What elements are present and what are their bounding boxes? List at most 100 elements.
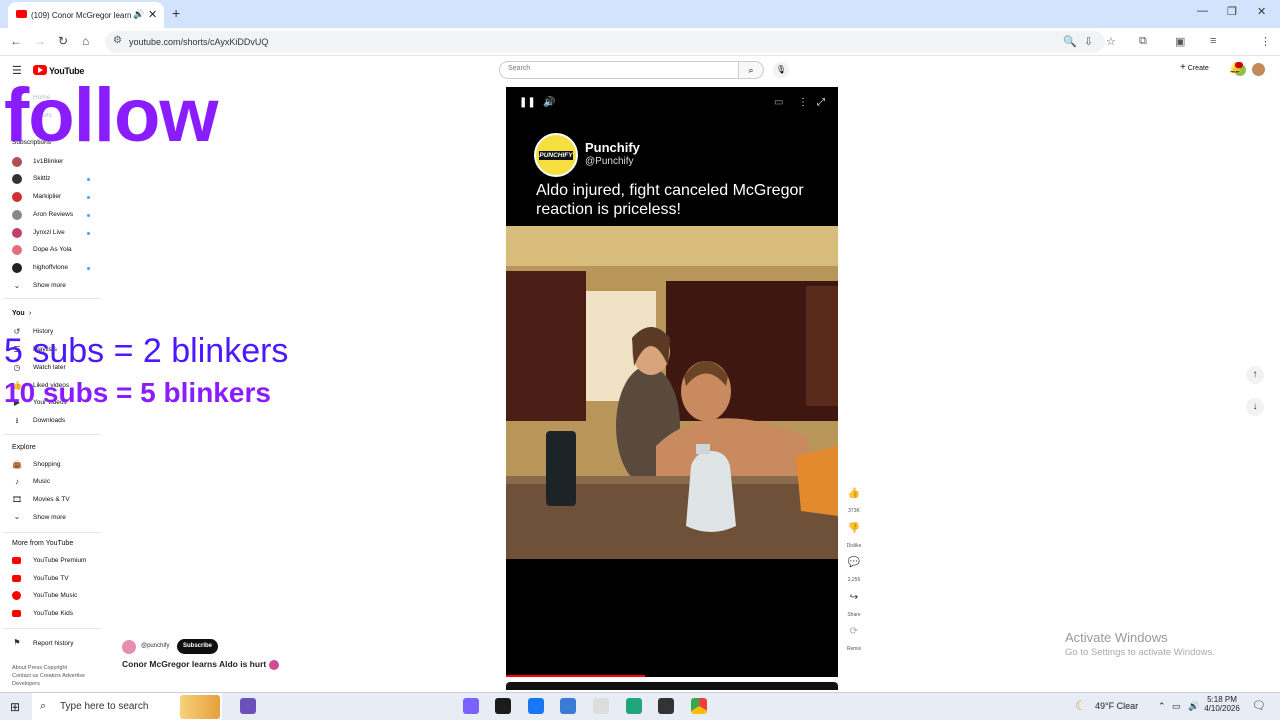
captions-icon[interactable]: ▭ bbox=[774, 97, 783, 108]
sidebar-item-youtube-premium[interactable]: YouTube Premium bbox=[33, 557, 86, 564]
taskbar-search-box[interactable]: ⌕ Type here to search bbox=[32, 693, 222, 721]
comment-count: 2,256 bbox=[847, 577, 861, 583]
youtube-kids-icon bbox=[12, 610, 21, 617]
reload-icon[interactable]: ↻ bbox=[58, 34, 68, 48]
sidebar-item-subscription[interactable]: Dope As Yola bbox=[33, 246, 72, 253]
sidebar-item-movies-tv[interactable]: Movies & TV bbox=[33, 496, 70, 503]
next-short-arrow-icon[interactable]: ↓ bbox=[1246, 398, 1264, 416]
new-content-dot bbox=[87, 232, 90, 235]
youtube-premium-icon bbox=[12, 557, 21, 564]
app-icon[interactable] bbox=[463, 698, 479, 714]
subscribe-button[interactable]: Subscribe bbox=[177, 639, 218, 654]
volume-icon[interactable]: 🔊 bbox=[543, 97, 555, 108]
discord-icon[interactable] bbox=[240, 698, 256, 714]
more-options-icon[interactable]: ⋮ bbox=[798, 97, 808, 108]
fullscreen-icon[interactable]: ⤢ bbox=[817, 97, 825, 108]
restore-button[interactable]: ❐ bbox=[1227, 5, 1237, 18]
chrome-icon[interactable] bbox=[691, 698, 707, 714]
shorts-player[interactable]: ❚❚ 🔊 ▭ ⋮ ⤢ PUNCHIFY Punchify @Punchify A… bbox=[506, 87, 838, 677]
site-info-icon[interactable]: ⚙ bbox=[113, 35, 122, 46]
footer-links[interactable]: About Press Copyright bbox=[12, 665, 67, 671]
channel-avatar bbox=[12, 210, 22, 220]
sidebar-item-report-history[interactable]: Report history bbox=[33, 640, 73, 647]
minimize-button[interactable]: — bbox=[1197, 5, 1208, 17]
search-button[interactable]: ⌕ bbox=[738, 61, 764, 79]
account-avatar[interactable] bbox=[1252, 63, 1265, 76]
app-icon[interactable] bbox=[560, 698, 576, 714]
weather-moon-icon[interactable]: ☾ bbox=[1075, 698, 1087, 714]
browser-tab[interactable]: (109) Conor McGregor learns Aldo is hurt… bbox=[8, 2, 164, 28]
sidebar-item-subscription[interactable]: Markiplier bbox=[33, 193, 61, 200]
new-content-dot bbox=[87, 178, 90, 181]
search-input[interactable]: Search bbox=[499, 61, 739, 79]
install-app-icon[interactable]: ⇩ bbox=[1084, 35, 1093, 48]
create-button[interactable]: + Create bbox=[1180, 62, 1220, 78]
sidebar-item-subscription[interactable]: Jynxzi Live bbox=[33, 229, 65, 236]
sidebar-item-subscription[interactable]: highoffvlone bbox=[33, 264, 68, 271]
kitchen-scene-image bbox=[506, 226, 838, 559]
app-icon[interactable] bbox=[593, 698, 609, 714]
like-icon[interactable]: 👍 bbox=[846, 488, 862, 499]
punchify-logo-text: PUNCHIFY bbox=[539, 151, 573, 160]
taskbar-search-text: Type here to search bbox=[60, 701, 149, 712]
side-panel-icon[interactable]: ▣ bbox=[1175, 35, 1185, 48]
windows-start-icon[interactable]: ⊞ bbox=[10, 700, 20, 714]
sidebar-item-subscription[interactable]: Aron Reviews bbox=[33, 211, 73, 218]
back-arrow-icon[interactable]: ← bbox=[10, 34, 22, 48]
browser-menu-icon[interactable]: ⋮ bbox=[1260, 35, 1271, 48]
speaker-icon[interactable]: 🔊 bbox=[133, 9, 144, 20]
plus-icon: + bbox=[1180, 62, 1186, 73]
footer-links[interactable]: Developers bbox=[12, 681, 40, 687]
reading-list-icon[interactable]: ≡ bbox=[1210, 35, 1216, 47]
sidebar-item-music[interactable]: Music bbox=[33, 478, 50, 485]
comment-icon[interactable]: 💬 bbox=[846, 557, 862, 568]
show-more-explore[interactable]: Show more bbox=[33, 514, 66, 521]
tray-chevron-icon[interactable]: ⌃ bbox=[1158, 701, 1166, 712]
next-short-preview[interactable] bbox=[506, 682, 838, 690]
clock[interactable]: 5:18 PM 4/10/2026 bbox=[1202, 695, 1242, 713]
share-icon[interactable]: ↪ bbox=[846, 592, 862, 603]
network-icon[interactable]: ▭ bbox=[1172, 701, 1181, 712]
emoji-icon bbox=[268, 659, 279, 670]
you-header[interactable]: You bbox=[12, 310, 25, 317]
new-content-dot bbox=[87, 214, 90, 217]
activate-windows-subtitle: Go to Settings to activate Windows. bbox=[1065, 647, 1215, 658]
sidebar-item-subscription[interactable]: Skittlz bbox=[33, 175, 50, 182]
show-more-subscriptions[interactable]: Show more bbox=[33, 282, 66, 289]
facebook-icon[interactable] bbox=[528, 698, 544, 714]
extensions-icon[interactable]: ⧉ bbox=[1139, 35, 1147, 48]
sidebar-item-downloads[interactable]: Downloads bbox=[33, 417, 65, 424]
notification-center-icon[interactable]: 🗨 bbox=[1252, 699, 1266, 712]
dislike-icon[interactable]: 👎 bbox=[846, 523, 862, 534]
previous-short-arrow-icon[interactable]: ↑ bbox=[1246, 366, 1264, 384]
remix-icon[interactable]: ⟳ bbox=[846, 626, 862, 637]
close-window-button[interactable]: ✕ bbox=[1257, 5, 1266, 18]
sidebar-item-youtube-kids[interactable]: YouTube Kids bbox=[33, 610, 73, 617]
weather-text[interactable]: 49°F Clear bbox=[1095, 701, 1138, 711]
volume-icon[interactable]: 🔊 bbox=[1188, 701, 1199, 712]
chevron-down-icon: ⌄ bbox=[13, 512, 21, 521]
zoom-icon[interactable]: 🔍 bbox=[1063, 35, 1077, 48]
channel-avatar bbox=[12, 192, 22, 202]
pause-icon[interactable]: ❚❚ bbox=[519, 97, 536, 108]
sidebar-item-youtube-music[interactable]: YouTube Music bbox=[33, 592, 77, 599]
bookmark-star-icon[interactable]: ☆ bbox=[1106, 35, 1116, 48]
app-icon[interactable] bbox=[658, 698, 674, 714]
subs-overlay-line-1: 5 subs = 2 blinkers bbox=[4, 332, 289, 370]
voice-search-icon[interactable]: 🎙 bbox=[773, 62, 789, 78]
clock-date: 4/10/2026 bbox=[1204, 704, 1240, 713]
new-tab-button[interactable]: + bbox=[172, 5, 180, 21]
forward-arrow-icon[interactable]: → bbox=[34, 34, 46, 48]
sidebar-item-subscription[interactable]: 1v1Blinker bbox=[33, 158, 63, 165]
footer-links[interactable]: Contact us Creators Advertise bbox=[12, 673, 85, 679]
app-icon[interactable] bbox=[495, 698, 511, 714]
app-icon[interactable] bbox=[626, 698, 642, 714]
sidebar-item-shopping[interactable]: Shopping bbox=[33, 461, 60, 468]
home-icon[interactable]: ⌂ bbox=[82, 34, 89, 48]
channel-avatar[interactable] bbox=[122, 640, 136, 654]
short-channel-handle[interactable]: @punchify bbox=[141, 643, 169, 649]
tab-close-icon[interactable]: ✕ bbox=[148, 8, 157, 21]
sidebar-item-youtube-tv[interactable]: YouTube TV bbox=[33, 575, 69, 582]
video-progress-bar[interactable] bbox=[506, 675, 646, 677]
address-bar[interactable]: ⚙ youtube.com/shorts/cAyxKiDDvUQ bbox=[105, 31, 1105, 53]
